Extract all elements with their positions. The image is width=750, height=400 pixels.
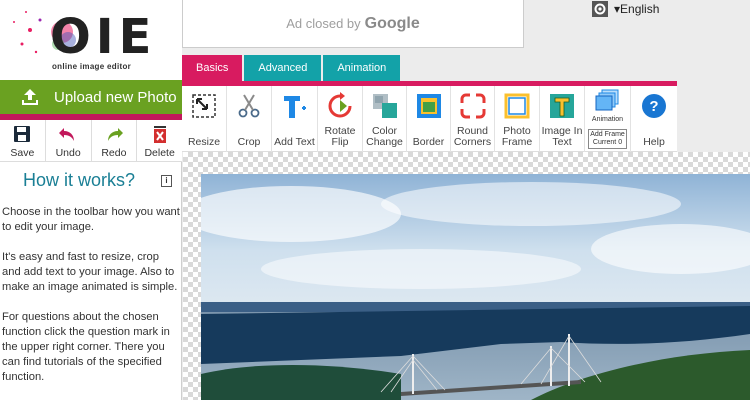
toolbar: Resize Crop Add Text Rotate Flip Color C… [182,86,677,152]
how-it-works-title: How it works? [22,170,136,190]
upload-label: Upload new Photo [54,88,177,106]
language-selector[interactable]: ▾English [592,0,659,18]
ad-text: Ad closed by [286,16,361,31]
border-icon [416,94,441,118]
crop-icon [238,94,260,118]
tool-photo-frame[interactable]: Photo Frame [495,86,540,152]
tab-basics[interactable]: Basics [182,55,243,81]
delete-icon [153,126,166,143]
add-frame-button[interactable]: Add Frame Current 0 [588,129,627,149]
sidebar: OIE online image editor Upload new Photo… [0,0,182,400]
upload-new-photo-button[interactable]: Upload new Photo [0,80,182,114]
tool-resize[interactable]: Resize [182,86,227,152]
svg-text:?: ? [649,98,658,115]
tab-bar: Basics Advanced Animation [182,55,402,81]
undo-icon [59,128,75,141]
image-in-text-icon [550,94,574,118]
save-icon [14,126,31,142]
undo-label: Undo [55,147,81,159]
tool-image-in-text[interactable]: Image In Text [540,86,585,152]
rotate-icon [328,92,352,118]
redo-icon [107,128,123,141]
tool-add-text[interactable]: Add Text [272,86,318,152]
logo-mark: OIE [50,9,157,65]
tool-label: Rotate Flip [324,125,356,148]
color-change-icon [372,94,397,118]
editing-photo[interactable] [201,174,750,400]
logo-subtitle: online image editor [52,62,132,71]
tool-label: Crop [237,136,261,148]
info-icon[interactable]: i [161,175,172,187]
tab-animation[interactable]: Animation [323,55,401,81]
tool-label: Color Change [366,125,403,148]
how-paragraph: It's easy and fast to resize, crop and a… [2,251,178,293]
help-icon: ? [642,94,666,118]
resize-icon [192,94,216,118]
tool-label: Image In Text [541,125,583,148]
gear-icon[interactable] [592,1,608,17]
text-icon [283,96,306,118]
how-paragraph: Choose in the toolbar how you want to ed… [2,206,180,233]
tool-label: Photo Frame [501,125,533,148]
how-it-works-text: Choose in the toolbar how you want to ed… [2,205,180,400]
upload-icon [22,89,38,105]
tool-rotate-flip[interactable]: Rotate Flip [318,86,363,152]
tool-crop[interactable]: Crop [227,86,272,152]
ad-box: Ad closed by Google [182,0,524,48]
language-label[interactable]: ▾English [614,2,659,16]
ad-brand: Google [364,14,420,32]
tool-border[interactable]: Border [407,86,451,152]
redo-button[interactable]: Redo [91,120,138,161]
logo[interactable]: OIE online image editor [0,0,182,80]
action-bar: Save Undo Redo Delete [0,120,182,162]
undo-button[interactable]: Undo [45,120,92,161]
save-button[interactable]: Save [0,120,46,161]
save-label: Save [10,147,35,159]
tool-label: Add Text [274,136,315,148]
redo-label: Redo [101,147,127,159]
tab-advanced[interactable]: Advanced [244,55,322,81]
tool-animation[interactable]: Animation Add Frame Current 0 [585,86,631,152]
tool-help[interactable]: ? Help [631,86,677,152]
delete-button[interactable]: Delete [137,120,182,161]
tool-label: Help [643,136,665,148]
delete-label: Delete [144,147,175,159]
photo-image [201,174,750,400]
round-corners-icon [460,93,485,119]
animation-label: Animation [591,116,624,123]
tool-round-corners[interactable]: Round Corners [451,86,495,152]
tool-label: Round Corners [453,125,492,148]
tool-color-change[interactable]: Color Change [363,86,407,152]
tool-label: Resize [187,136,221,148]
tool-label: Border [412,136,445,148]
photo-frame-icon [504,93,530,119]
animation-icon [595,89,618,111]
how-paragraph: For questions about the chosen function … [2,311,170,383]
